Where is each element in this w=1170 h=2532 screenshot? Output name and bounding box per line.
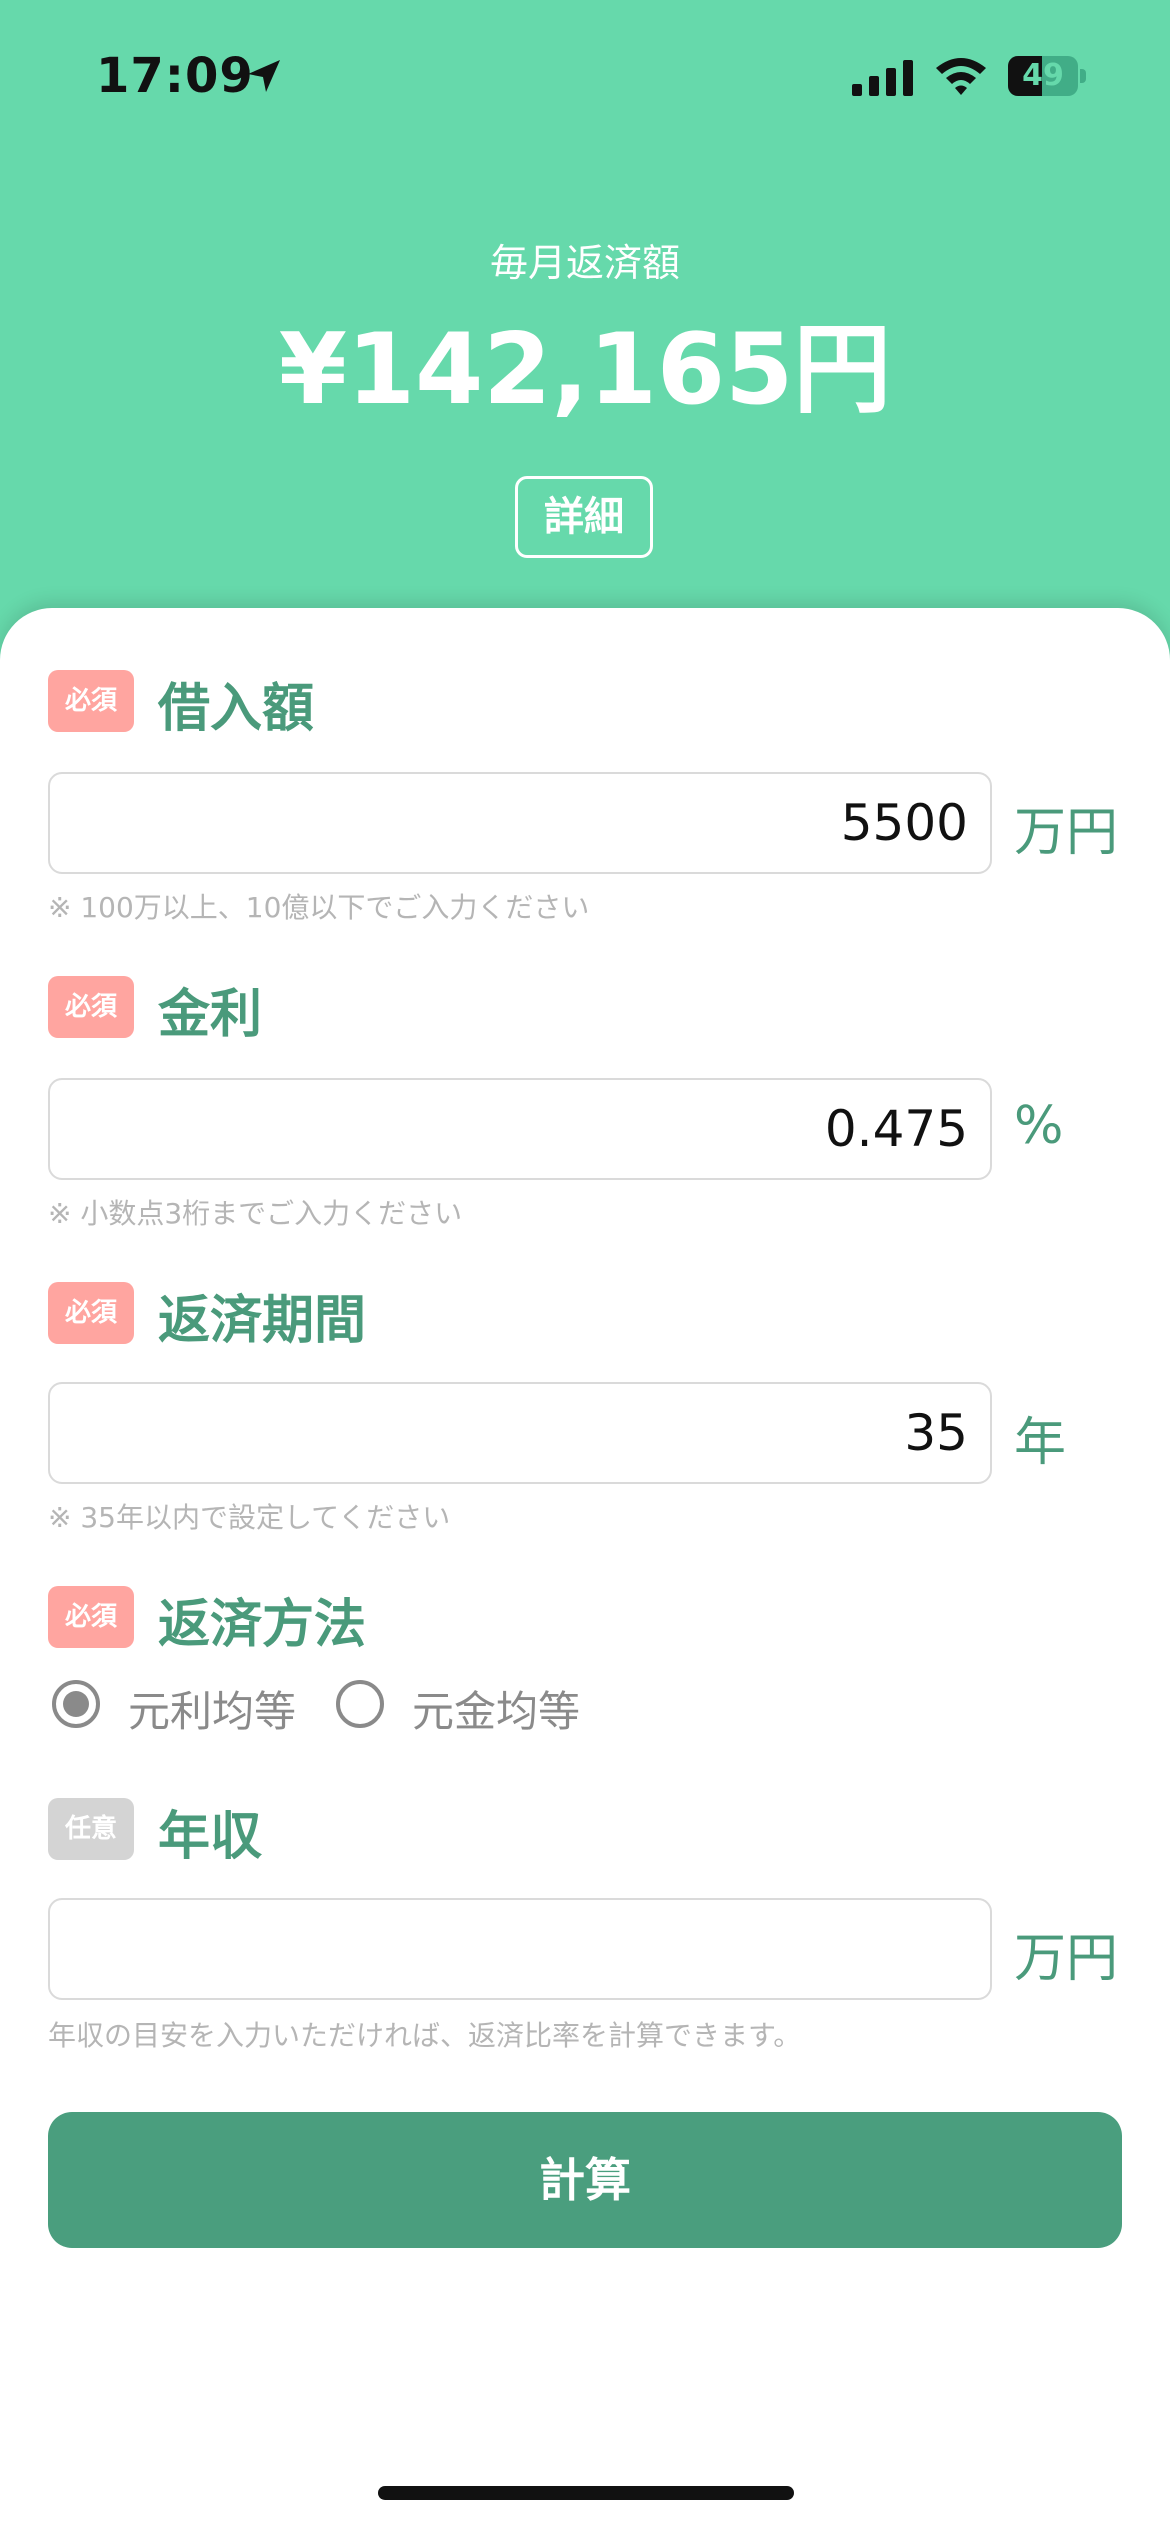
interest-rate-hint: ※ 小数点3桁までご入力ください	[48, 1197, 463, 1230]
loan-amount-label: 借入額	[158, 679, 315, 739]
repayment-term-input[interactable]: 35	[48, 1382, 992, 1484]
loan-amount-input[interactable]: 5500	[48, 772, 992, 874]
battery-percent: 49	[1022, 58, 1064, 93]
interest-rate-label: 金利	[158, 985, 263, 1045]
calculate-button[interactable]: 計算	[48, 2112, 1122, 2248]
wifi-icon	[936, 58, 986, 95]
repayment-term-label: 返済期間	[158, 1291, 367, 1351]
required-badge: 必須	[48, 670, 134, 732]
interest-rate-unit: %	[1014, 1096, 1064, 1156]
repayment-term-hint: ※ 35年以内で設定してください	[48, 1501, 451, 1534]
required-badge: 必須	[48, 1586, 134, 1648]
monthly-payment-amount: ¥142,165円	[278, 313, 892, 427]
location-arrow-icon	[248, 60, 280, 92]
status-bar: 17:09 49	[0, 0, 1170, 140]
radio-equal-payment[interactable]	[52, 1680, 100, 1728]
status-time: 17:09	[96, 48, 254, 104]
annual-income-input[interactable]	[48, 1898, 992, 2000]
repayment-method-label: 返済方法	[158, 1595, 367, 1655]
annual-income-label: 年収	[158, 1807, 263, 1867]
interest-rate-input[interactable]: 0.475	[48, 1078, 992, 1180]
optional-badge: 任意	[48, 1798, 134, 1860]
annual-income-unit: 万円	[1014, 1929, 1119, 1989]
annual-income-hint: 年収の目安を入力いただければ、返済比率を計算できます。	[48, 2019, 802, 2052]
required-badge: 必須	[48, 976, 134, 1038]
radio-equal-principal[interactable]	[336, 1680, 384, 1728]
required-badge: 必須	[48, 1282, 134, 1344]
loan-amount-unit: 万円	[1014, 803, 1119, 863]
equal-payment-label[interactable]: 元利均等	[128, 1678, 296, 1739]
repayment-term-unit: 年	[1014, 1413, 1067, 1473]
radio-selected-dot	[63, 1691, 89, 1717]
home-indicator[interactable]	[378, 2486, 794, 2500]
loan-amount-hint: ※ 100万以上、10億以下でご入力ください	[48, 891, 590, 924]
cellular-signal-icon	[852, 60, 913, 96]
equal-principal-label[interactable]: 元金均等	[412, 1678, 580, 1739]
detail-button[interactable]: 詳細	[515, 476, 653, 558]
monthly-payment-label: 毎月返済額	[489, 241, 680, 285]
battery-icon: 49	[1008, 56, 1086, 96]
